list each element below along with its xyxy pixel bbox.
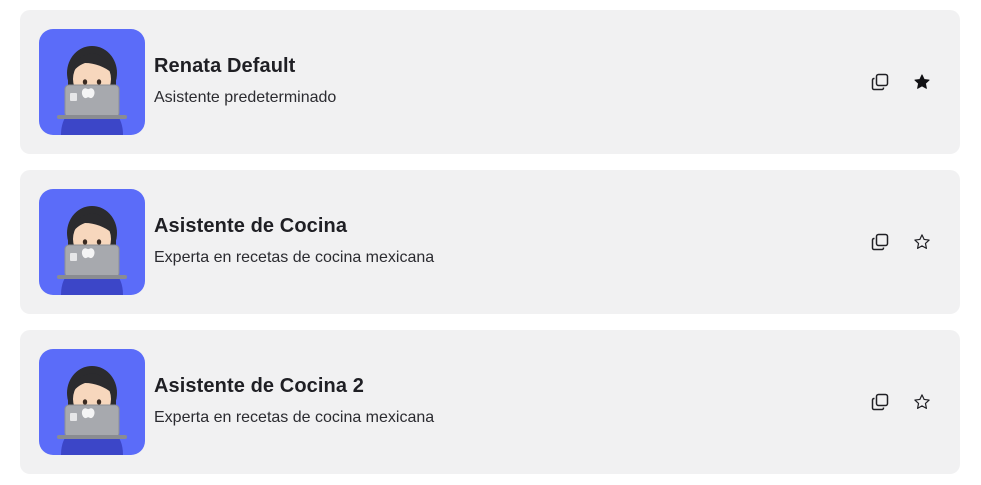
assistant-name: Asistente de Cocina bbox=[154, 215, 348, 237]
assistant-name: Renata Default bbox=[154, 55, 296, 77]
woman-technologist-emoji-icon bbox=[57, 206, 127, 295]
copy-button[interactable] bbox=[868, 390, 892, 414]
woman-technologist-emoji-icon bbox=[57, 366, 127, 455]
copy-button[interactable] bbox=[868, 230, 892, 254]
assistant-card[interactable]: Renata Default Asistente predeterminado bbox=[20, 10, 960, 154]
assistant-description: Asistente predeterminado bbox=[154, 89, 337, 106]
assistant-card[interactable]: Asistente de Cocina Experta en recetas d… bbox=[20, 170, 960, 314]
copy-icon bbox=[871, 73, 889, 91]
copy-button[interactable] bbox=[868, 70, 892, 94]
assistant-description: Experta en recetas de cocina mexicana bbox=[154, 249, 435, 266]
avatar bbox=[39, 349, 145, 455]
star-outline-icon bbox=[914, 394, 930, 409]
copy-icon bbox=[871, 233, 889, 251]
favorite-button[interactable] bbox=[910, 230, 934, 254]
copy-icon bbox=[871, 393, 889, 411]
assistant-card[interactable]: Asistente de Cocina 2 Experta en recetas… bbox=[20, 330, 960, 474]
favorite-button[interactable] bbox=[910, 70, 934, 94]
star-outline-icon bbox=[914, 234, 930, 249]
assistant-name: Asistente de Cocina 2 bbox=[154, 375, 364, 397]
woman-technologist-emoji-icon bbox=[57, 46, 127, 135]
avatar bbox=[39, 189, 145, 295]
star-filled-icon bbox=[914, 74, 930, 89]
favorite-button[interactable] bbox=[910, 390, 934, 414]
avatar bbox=[39, 29, 145, 135]
assistant-description: Experta en recetas de cocina mexicana bbox=[154, 409, 435, 426]
assistant-list: Renata Default Asistente predeterminado bbox=[0, 0, 981, 485]
